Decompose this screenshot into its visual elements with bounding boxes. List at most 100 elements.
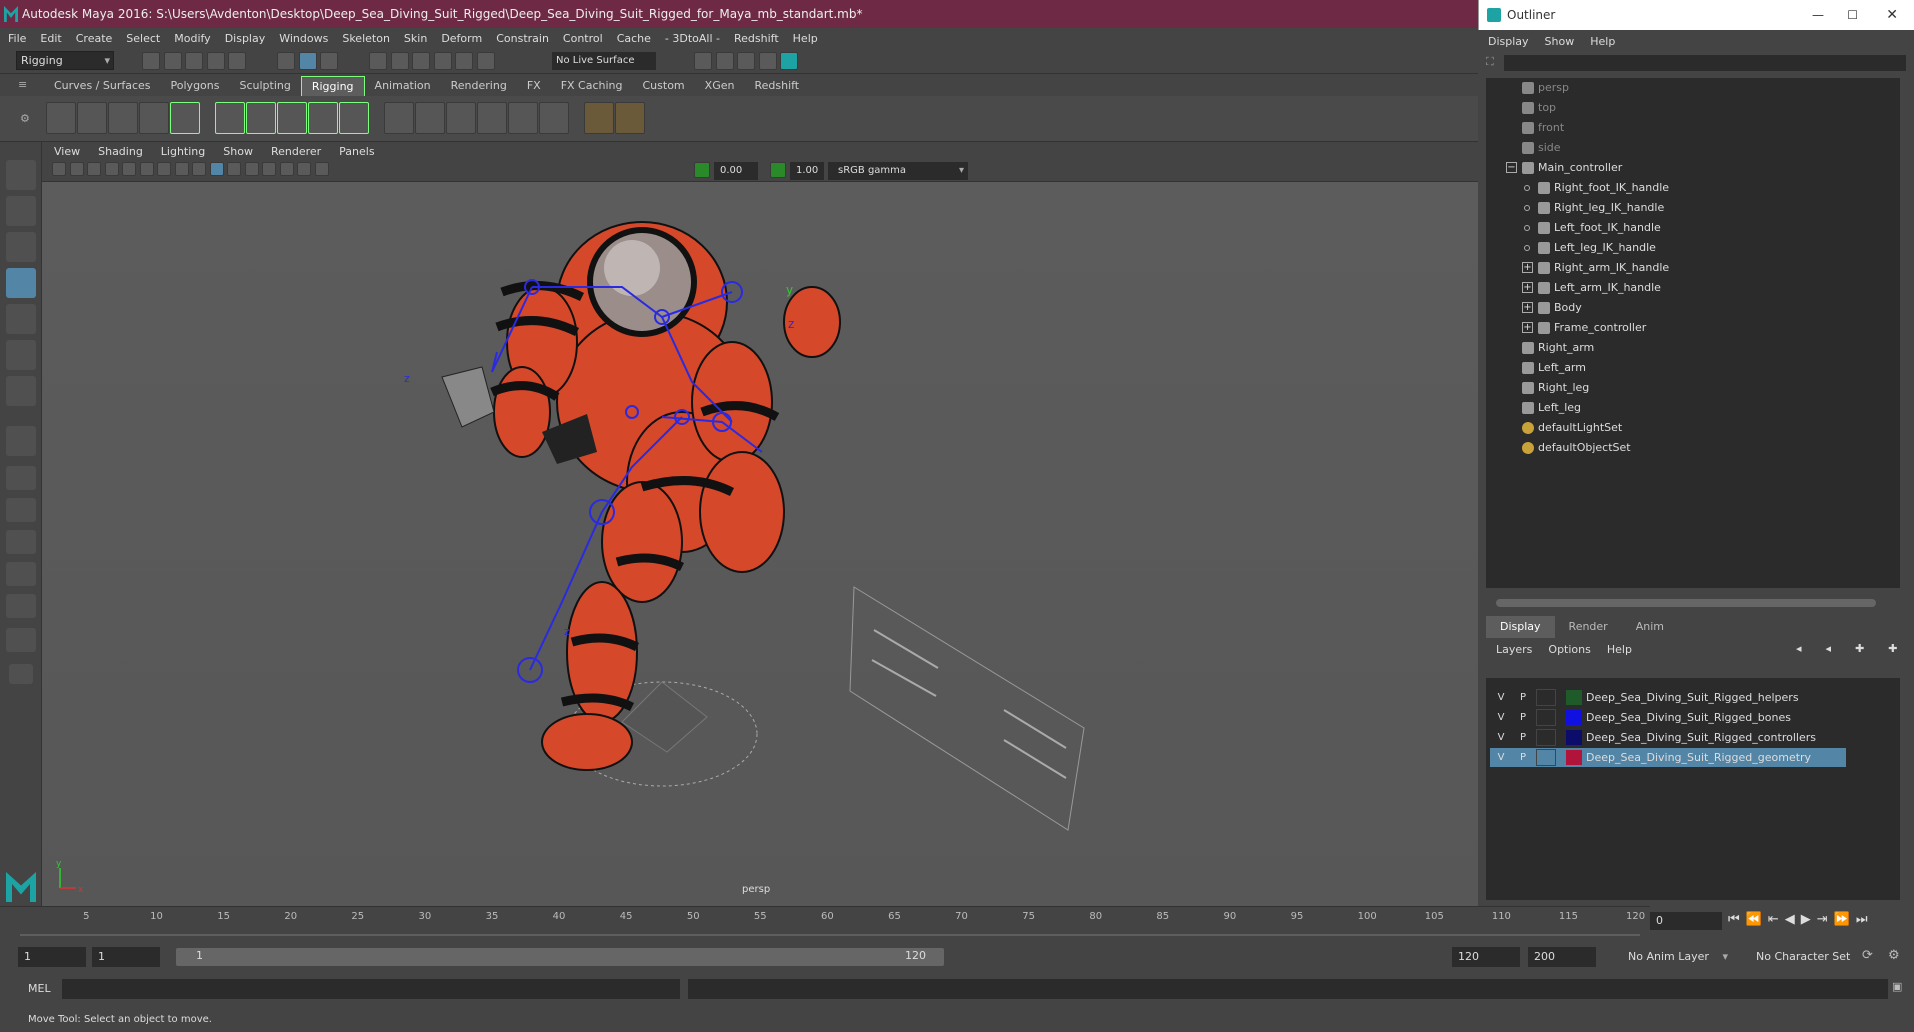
layout-graph-icon[interactable] [6, 594, 36, 618]
outliner-item[interactable]: side [1522, 138, 1561, 158]
animation-start-field[interactable]: 1 [18, 947, 86, 967]
layout-quad-icon[interactable] [6, 466, 36, 490]
new-layer-selected-icon[interactable]: ✚ [1888, 642, 1905, 655]
layer-menu-layers[interactable]: Layers [1496, 643, 1532, 656]
camera-select-icon[interactable] [52, 162, 66, 176]
locator-icon[interactable] [584, 102, 614, 134]
layer-color-swatch[interactable] [1566, 690, 1582, 705]
undo-icon[interactable] [206, 52, 225, 70]
live-surface-field[interactable]: No Live Surface [552, 52, 656, 70]
cluster-icon[interactable] [615, 102, 645, 134]
layer-color-swatch[interactable] [1566, 730, 1582, 745]
scale-constraint-icon[interactable] [477, 102, 507, 134]
layer-display-type-toggle[interactable] [1536, 729, 1556, 746]
menu-control[interactable]: Control [563, 32, 603, 45]
parent-constraint-icon[interactable] [384, 102, 414, 134]
select-by-object-icon[interactable] [298, 52, 317, 70]
new-layer-icon[interactable]: ✚ [1855, 642, 1872, 655]
layer-visibility-toggle[interactable]: V [1492, 749, 1510, 766]
layer-display-type-toggle[interactable] [1536, 709, 1556, 726]
open-scene-icon[interactable] [163, 52, 182, 70]
save-scene-icon[interactable] [185, 52, 203, 70]
playback-start-field[interactable]: 1 [92, 947, 160, 967]
menu-display[interactable]: Display [225, 32, 266, 45]
display-layer-row[interactable]: V P Deep_Sea_Diving_Suit_Rigged_geometry [1490, 748, 1846, 767]
select-tool-icon[interactable] [6, 160, 36, 190]
menu-edit[interactable]: Edit [40, 32, 61, 45]
layout-single-icon[interactable] [6, 498, 36, 522]
outliner-item[interactable]: Left_arm_IK_handle [1538, 278, 1661, 298]
playback-end-field[interactable]: 120 [1452, 947, 1520, 967]
resolution-gate-icon[interactable] [157, 162, 171, 176]
layer-tab-render[interactable]: Render [1555, 616, 1622, 638]
layer-display-type-toggle[interactable] [1536, 689, 1556, 706]
layer-color-swatch[interactable] [1566, 710, 1582, 725]
bind-skin-icon[interactable] [215, 102, 245, 134]
menu-redshift[interactable]: Redshift [734, 32, 779, 45]
auto-key-icon[interactable]: ⟳ [1862, 948, 1873, 963]
outliner-item[interactable]: top [1522, 98, 1556, 118]
scale-tool-icon[interactable] [6, 340, 36, 370]
expand-icon[interactable]: + [1522, 302, 1533, 313]
menu-cache[interactable]: Cache [617, 32, 651, 45]
isolate-select-icon[interactable] [297, 162, 311, 176]
perspective-viewport[interactable]: y z z z y x persp [42, 182, 1478, 906]
play-forward-icon[interactable]: ▶ [1801, 912, 1817, 927]
menu-constrain[interactable]: Constrain [496, 32, 549, 45]
paint-select-tool-icon[interactable] [6, 232, 36, 262]
render-view-icon[interactable] [694, 52, 712, 70]
time-slider[interactable]: 5 10 15 20 25 30 35 40 45 50 55 60 65 70 75 80 85 90 95 100… [0, 906, 1650, 940]
menu-3dtoall[interactable]: - 3DtoAll - [665, 32, 720, 45]
layer-visibility-toggle[interactable]: V [1492, 709, 1510, 726]
select-by-component-icon[interactable] [320, 52, 338, 70]
menu-create[interactable]: Create [76, 32, 113, 45]
current-frame-field[interactable]: 0 [1650, 912, 1722, 930]
menu-windows[interactable]: Windows [279, 32, 328, 45]
insert-joint-icon[interactable] [139, 102, 169, 134]
outliner-item[interactable]: Frame_controller [1538, 318, 1646, 338]
ik-spline-tool-icon[interactable] [108, 102, 138, 134]
display-layer-row[interactable]: V P Deep_Sea_Diving_Suit_Rigged_controller… [1490, 728, 1846, 747]
image-plane-icon[interactable] [104, 162, 119, 176]
outliner-item[interactable]: Right_foot_IK_handle [1538, 178, 1669, 198]
outliner-vscroll[interactable] [1902, 78, 1912, 588]
gamma-field[interactable]: 1.00 [790, 162, 824, 180]
layer-playback-toggle[interactable]: P [1514, 689, 1532, 706]
command-language-label[interactable]: MEL [28, 982, 51, 995]
point-constraint-icon[interactable] [415, 102, 445, 134]
orient-constraint-icon[interactable] [446, 102, 476, 134]
outliner-item[interactable]: front [1522, 118, 1564, 138]
snap-curve-icon[interactable] [390, 52, 409, 70]
prev-key-icon[interactable]: ⇤ [1768, 912, 1785, 927]
viewport-menu-view[interactable]: View [54, 145, 80, 158]
ipr-render-icon[interactable] [737, 52, 755, 70]
layer-display-type-toggle[interactable] [1536, 749, 1556, 766]
outliner-item[interactable]: Left_leg_IK_handle [1538, 238, 1656, 258]
mirror-joint-icon[interactable] [170, 102, 200, 134]
outliner-item[interactable]: Right_arm_IK_handle [1538, 258, 1669, 278]
shelf-tab-rendering[interactable]: Rendering [440, 76, 517, 96]
viewport-menu-shading[interactable]: Shading [98, 145, 143, 158]
layer-visibility-toggle[interactable]: V [1492, 729, 1510, 746]
menu-set-dropdown[interactable]: Rigging [16, 51, 114, 70]
viewport-menu-panels[interactable]: Panels [339, 145, 374, 158]
gamma-icon[interactable] [770, 162, 786, 178]
outliner-menu-display[interactable]: Display [1488, 35, 1529, 48]
step-back-icon[interactable]: ⏪ [1746, 912, 1768, 927]
layer-visibility-toggle[interactable]: V [1492, 689, 1510, 706]
outliner-item[interactable]: defaultObjectSet [1522, 438, 1631, 458]
rotate-tool-icon[interactable] [6, 304, 36, 334]
magnet-icon[interactable] [476, 52, 495, 70]
viewport-menu-renderer[interactable]: Renderer [271, 145, 321, 158]
expand-icon[interactable]: + [1522, 322, 1533, 333]
layer-playback-toggle[interactable]: P [1514, 709, 1532, 726]
joint-tool-icon[interactable] [46, 102, 76, 134]
shelf-tab-polygons[interactable]: Polygons [160, 76, 230, 96]
menu-skin[interactable]: Skin [404, 32, 427, 45]
next-key-icon[interactable]: ⇥ [1817, 912, 1834, 927]
menu-modify[interactable]: Modify [174, 32, 210, 45]
snap-live-icon[interactable] [455, 52, 473, 70]
grid-icon[interactable] [122, 162, 136, 176]
layer-menu-help[interactable]: Help [1607, 643, 1632, 656]
outliner-item[interactable]: Right_leg [1522, 378, 1589, 398]
